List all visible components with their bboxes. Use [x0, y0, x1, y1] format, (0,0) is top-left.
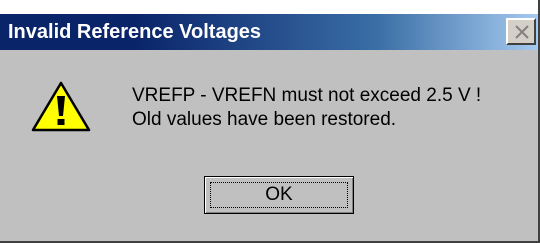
- close-button[interactable]: [506, 18, 536, 45]
- warning-icon: [31, 81, 91, 132]
- close-icon: [515, 25, 529, 39]
- message-line-1: VREFP - VREFN must not exceed 2.5 V !: [132, 85, 482, 106]
- message-line-2: Old values have been restored.: [132, 109, 397, 130]
- background-strip: [0, 0, 538, 14]
- dialog-window: Invalid Reference Voltages VREFP - VREFN…: [0, 0, 540, 243]
- window-title: Invalid Reference Voltages: [8, 21, 262, 43]
- title-bar[interactable]: Invalid Reference Voltages: [0, 14, 538, 50]
- message-text: VREFP - VREFN must not exceed 2.5 V ! Ol…: [132, 84, 481, 132]
- ok-button[interactable]: OK: [204, 176, 354, 214]
- ok-button-label: OK: [265, 184, 293, 205]
